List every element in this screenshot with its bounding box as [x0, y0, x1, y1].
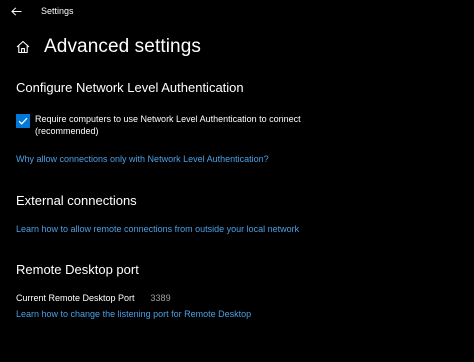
- nla-checkbox-row[interactable]: Require computers to use Network Level A…: [16, 113, 325, 137]
- title-bar: Settings: [0, 0, 474, 24]
- port-section-heading: Remote Desktop port: [16, 262, 139, 277]
- page-header: Advanced settings: [14, 34, 201, 60]
- nla-checkbox[interactable]: [16, 114, 30, 128]
- port-value: 3389: [150, 293, 171, 303]
- external-section-heading: External connections: [16, 193, 137, 208]
- checkmark-icon: [18, 117, 28, 125]
- page-title: Advanced settings: [44, 36, 201, 57]
- back-arrow-icon: [10, 6, 21, 16]
- nla-section-heading: Configure Network Level Authentication: [16, 80, 244, 95]
- home-icon: [14, 38, 32, 56]
- app-title: Settings: [41, 6, 74, 16]
- port-label: Current Remote Desktop Port: [16, 293, 135, 303]
- settings-window: Settings Advanced settings Configure Net…: [0, 0, 474, 362]
- port-row: Current Remote Desktop Port 3389: [16, 293, 171, 303]
- back-button[interactable]: [6, 3, 26, 19]
- nla-help-link[interactable]: Why allow connections only with Network …: [16, 154, 269, 164]
- nla-checkbox-label[interactable]: Require computers to use Network Level A…: [35, 113, 325, 137]
- external-help-link[interactable]: Learn how to allow remote connections fr…: [16, 224, 299, 234]
- port-help-link[interactable]: Learn how to change the listening port f…: [16, 309, 251, 319]
